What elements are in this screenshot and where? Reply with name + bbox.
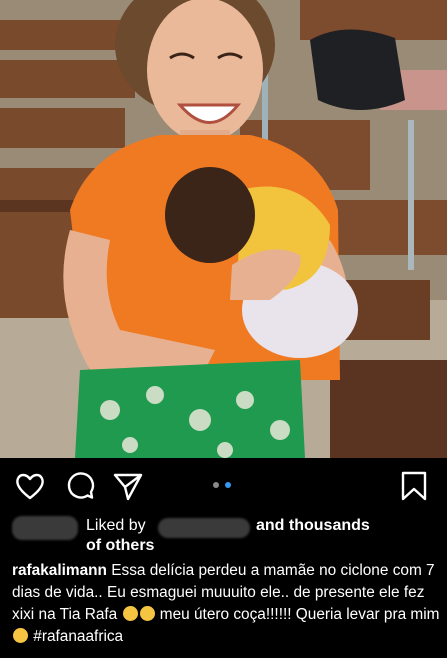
carousel-dot-active	[225, 482, 231, 488]
liked-by-label: Liked by	[86, 517, 146, 534]
likes-others-link-2[interactable]: of others	[86, 537, 154, 555]
likes-others-link[interactable]: and thousands	[256, 517, 370, 535]
photo-illustration	[0, 0, 447, 458]
post-caption: rafakalimann Essa delícia perdeu a mamãe…	[12, 560, 440, 648]
comment-icon[interactable]	[64, 470, 96, 502]
caption-text-2: meu útero coça!!!!!! Queria levar pra mi…	[159, 606, 440, 623]
caption-username[interactable]: rafakalimann	[12, 562, 107, 579]
carousel-indicator	[211, 482, 237, 490]
send-icon[interactable]	[112, 470, 144, 502]
grinning-sweat-emoji-icon	[122, 606, 138, 621]
likes-summary: Liked by and thousands of others	[0, 512, 447, 560]
bookmark-icon[interactable]	[398, 470, 430, 502]
post-photo[interactable]	[0, 0, 447, 458]
heart-icon[interactable]	[14, 470, 46, 502]
heart-eyes-emoji-icon	[139, 606, 155, 621]
carousel-dot	[213, 482, 219, 488]
smiling-emoji-icon	[13, 628, 28, 643]
blurred-liker-name[interactable]	[158, 518, 250, 538]
blurred-liker-avatars	[12, 516, 78, 540]
caption-hashtag[interactable]: #rafanaafrica	[33, 628, 123, 645]
